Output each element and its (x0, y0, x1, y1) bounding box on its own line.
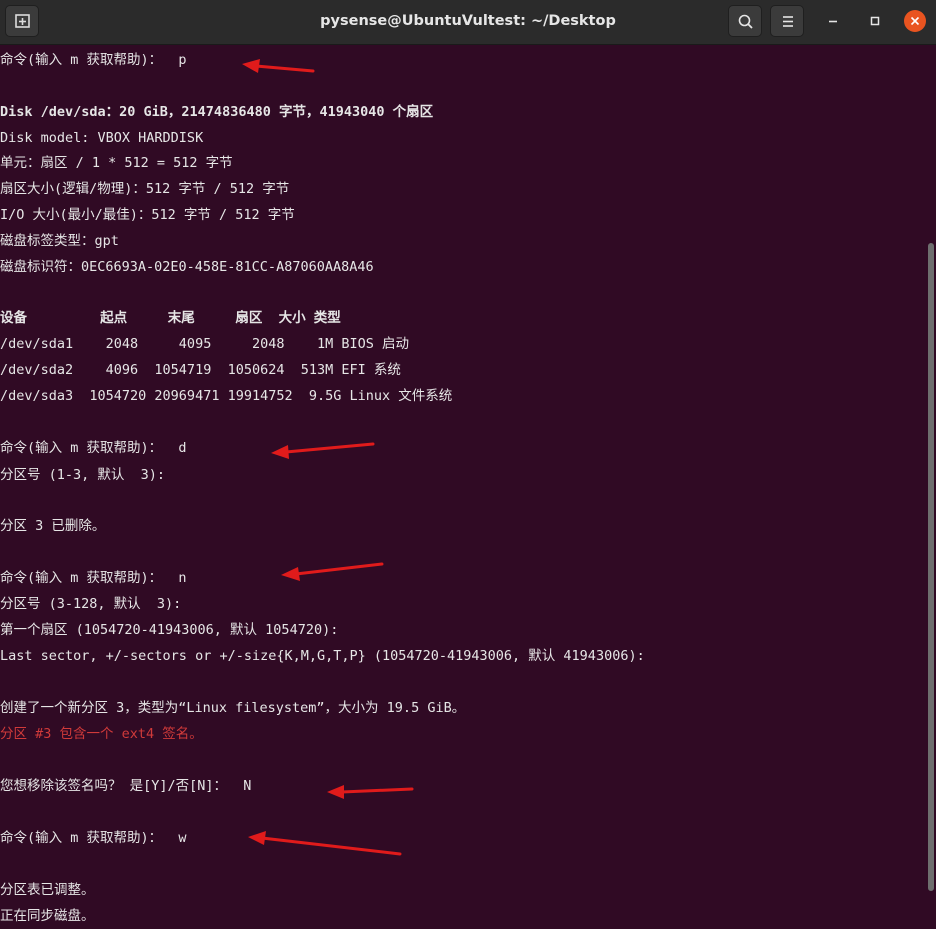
red-arrow-annotation (271, 442, 375, 459)
red-arrow-annotation (242, 59, 315, 73)
red-arrow-annotation (248, 831, 402, 856)
red-arrow-annotation (281, 562, 384, 581)
annotation-overlay (242, 59, 414, 856)
red-arrow-annotation (327, 785, 414, 799)
terminal-window: pysense@UbuntuVultest: ~/Desktop 命令(输入 m… (0, 0, 936, 929)
